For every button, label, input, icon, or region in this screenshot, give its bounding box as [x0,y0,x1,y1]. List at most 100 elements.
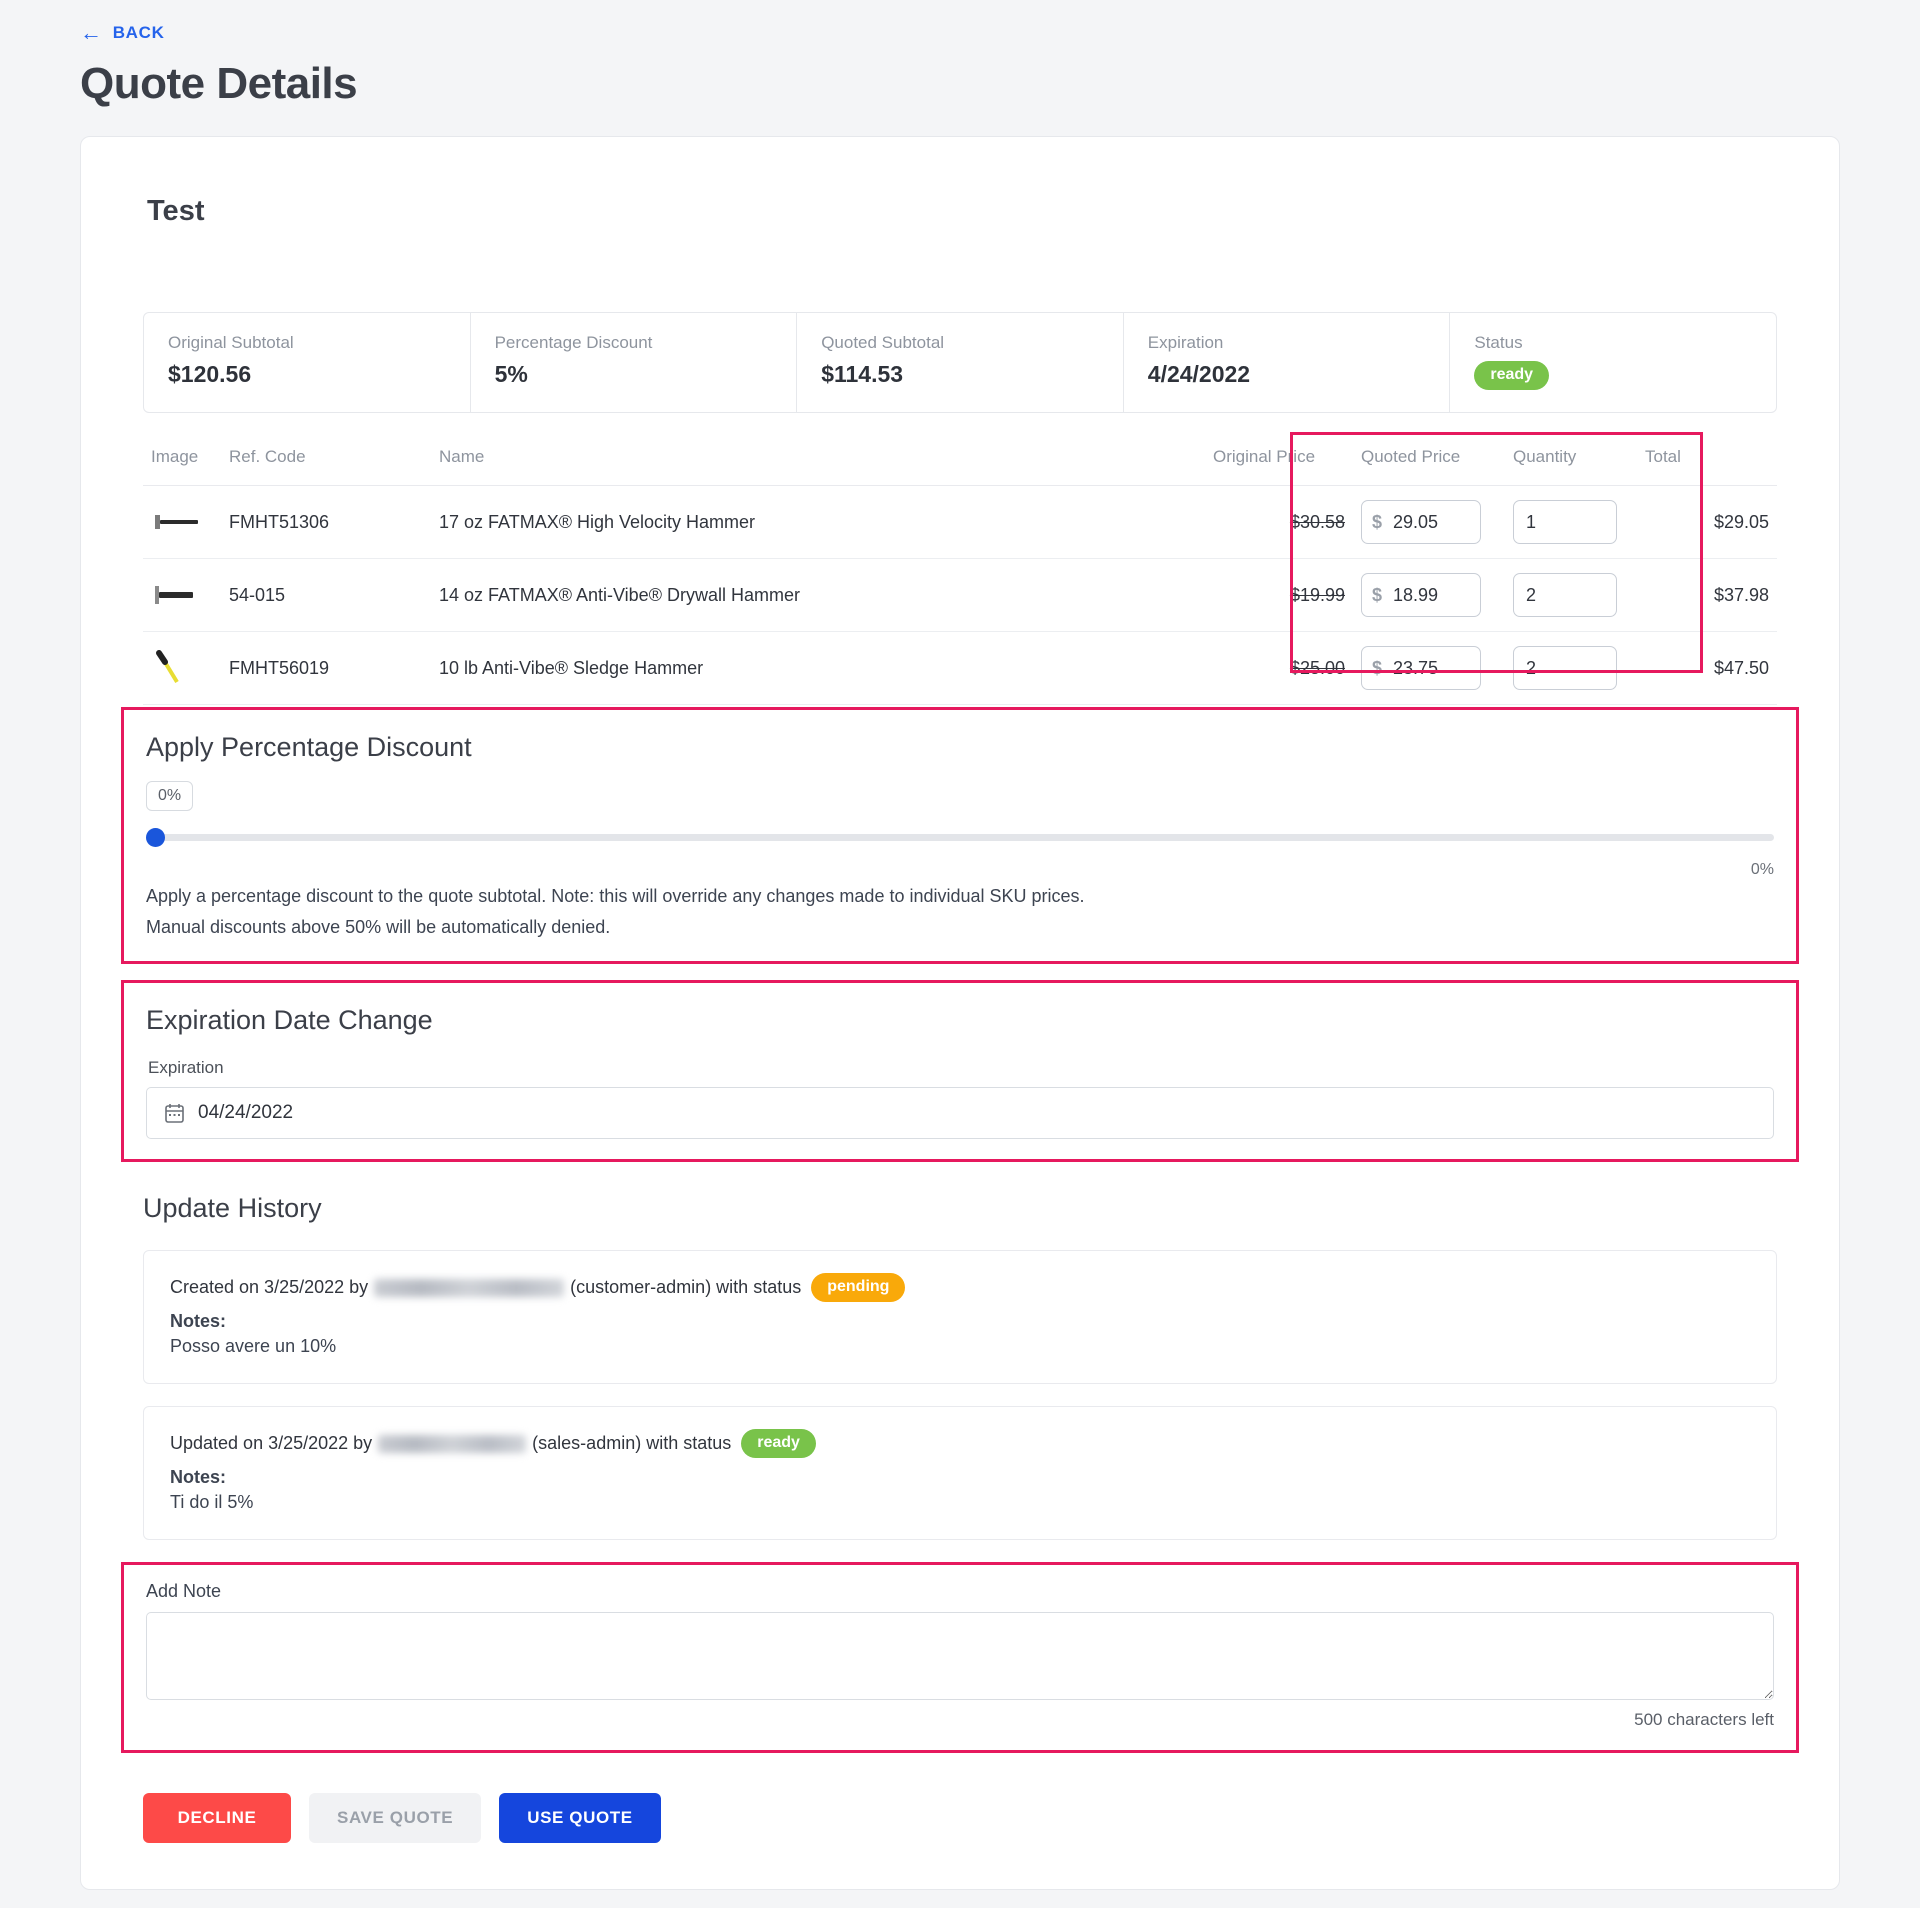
summary-value: $120.56 [168,361,446,388]
history-notes-label: Notes: [170,1311,1750,1332]
quoted-price-input-wrapper[interactable]: $ [1361,573,1481,617]
ref-code: 54-015 [221,559,431,632]
row-total: $37.98 [1637,559,1777,632]
expiration-section: Expiration Date Change Expiration 04/24/… [121,980,1799,1162]
expiration-date-input[interactable]: 04/24/2022 [146,1087,1774,1139]
quoted-price-input[interactable] [1391,511,1470,534]
summary-expiration: Expiration 4/24/2022 [1124,313,1451,412]
quote-summary: Original Subtotal $120.56 Percentage Dis… [143,312,1777,413]
calendar-icon [165,1103,184,1123]
summary-quoted-subtotal: Quoted Subtotal $114.53 [797,313,1124,412]
quote-items-table: Image Ref. Code Name Original Price Quot… [143,437,1777,705]
discount-section: Apply Percentage Discount 0% 0% Apply a … [121,707,1799,964]
history-entry-role: (sales-admin) with status [532,1433,731,1454]
row-total: $47.50 [1637,632,1777,705]
summary-label: Original Subtotal [168,333,446,353]
history-entry-prefix: Created on 3/25/2022 by [170,1277,368,1298]
table-row: 54-015 14 oz FATMAX® Anti-Vibe® Drywall … [143,559,1777,632]
slider-track[interactable] [146,834,1774,841]
quantity-cell [1505,559,1637,632]
history-entry-line: Updated on 3/25/2022 by (sales-admin) wi… [170,1429,1750,1458]
save-quote-button[interactable]: SAVE QUOTE [309,1793,481,1843]
add-note-section: Add Note 500 characters left [121,1562,1799,1753]
add-note-textarea[interactable] [146,1612,1774,1700]
table-row: FMHT51306 17 oz FATMAX® High Velocity Ha… [143,486,1777,559]
quantity-input[interactable] [1513,500,1617,544]
quoted-price-input[interactable] [1391,657,1470,680]
summary-label: Status [1474,333,1752,353]
slider-thumb[interactable] [146,828,165,847]
add-note-label: Add Note [146,1581,1774,1602]
quoted-price-input-wrapper[interactable]: $ [1361,646,1481,690]
quoted-price-cell: $ [1353,632,1505,705]
use-quote-button[interactable]: USE QUOTE [499,1793,661,1843]
discount-slider[interactable] [146,825,1774,851]
decline-button[interactable]: DECLINE [143,1793,291,1843]
summary-label: Quoted Subtotal [821,333,1099,353]
quantity-input[interactable] [1513,646,1617,690]
hammer-icon [151,575,207,615]
expiration-date-value: 04/24/2022 [198,1102,293,1124]
hammer-icon [151,502,207,542]
history-entry: Created on 3/25/2022 by (customer-admin)… [143,1250,1777,1384]
col-quantity: Quantity [1505,437,1637,486]
expiration-section-title: Expiration Date Change [146,1005,1774,1036]
history-notes-label: Notes: [170,1467,1750,1488]
currency-symbol: $ [1372,512,1382,533]
product-image-cell [143,632,221,705]
action-buttons: DECLINE SAVE QUOTE USE QUOTE [143,1793,1777,1843]
page-header: ← BACK Quote Details [0,0,1920,109]
history-entry-role: (customer-admin) with status [570,1277,801,1298]
col-total: Total [1637,437,1777,486]
discount-description-line-2: Manual discounts above 50% will be autom… [146,914,1774,941]
original-price: $19.99 [1205,559,1353,632]
col-name: Name [431,437,1205,486]
summary-status: Status ready [1450,313,1776,412]
col-original-price: Original Price [1205,437,1353,486]
update-history-title: Update History [143,1193,1777,1224]
quote-name: Test [147,195,1777,228]
slider-max-label: 0% [146,861,1774,879]
table-row: FMHT56019 10 lb Anti-Vibe® Sledge Hammer… [143,632,1777,705]
page-title: Quote Details [80,59,1920,109]
sledge-hammer-icon [151,648,207,688]
col-image: Image [143,437,221,486]
summary-value: 4/24/2022 [1148,361,1426,388]
row-total: $29.05 [1637,486,1777,559]
discount-description-line-1: Apply a percentage discount to the quote… [146,883,1774,910]
quoted-price-input[interactable] [1391,584,1470,607]
history-status-badge: ready [741,1429,816,1458]
expiration-field-label: Expiration [148,1058,1774,1078]
history-entry-prefix: Updated on 3/25/2022 by [170,1433,372,1454]
original-price: $30.58 [1205,486,1353,559]
back-link[interactable]: ← BACK [80,22,165,44]
summary-label: Percentage Discount [495,333,773,353]
history-note-text: Ti do il 5% [170,1492,1750,1513]
quoted-price-input-wrapper[interactable]: $ [1361,500,1481,544]
history-note-text: Posso avere un 10% [170,1336,1750,1357]
quoted-price-cell: $ [1353,559,1505,632]
currency-symbol: $ [1372,585,1382,606]
ref-code: FMHT56019 [221,632,431,705]
product-image-cell [143,559,221,632]
quote-items-table-wrapper: Image Ref. Code Name Original Price Quot… [143,437,1777,705]
ref-code: FMHT51306 [221,486,431,559]
quoted-price-cell: $ [1353,486,1505,559]
characters-left-counter: 500 characters left [146,1710,1774,1730]
quantity-cell [1505,632,1637,705]
summary-percentage-discount: Percentage Discount 5% [471,313,798,412]
status-badge: ready [1474,361,1549,390]
quantity-input[interactable] [1513,573,1617,617]
redacted-user-email [374,1279,564,1297]
product-image-cell [143,486,221,559]
quantity-cell [1505,486,1637,559]
summary-value: $114.53 [821,361,1099,388]
product-name: 17 oz FATMAX® High Velocity Hammer [431,486,1205,559]
table-header-row: Image Ref. Code Name Original Price Quot… [143,437,1777,486]
summary-label: Expiration [1148,333,1426,353]
discount-section-title: Apply Percentage Discount [146,732,1774,763]
history-status-badge: pending [811,1273,905,1302]
back-link-label: BACK [113,23,165,43]
redacted-user-email [378,1435,526,1453]
col-ref-code: Ref. Code [221,437,431,486]
